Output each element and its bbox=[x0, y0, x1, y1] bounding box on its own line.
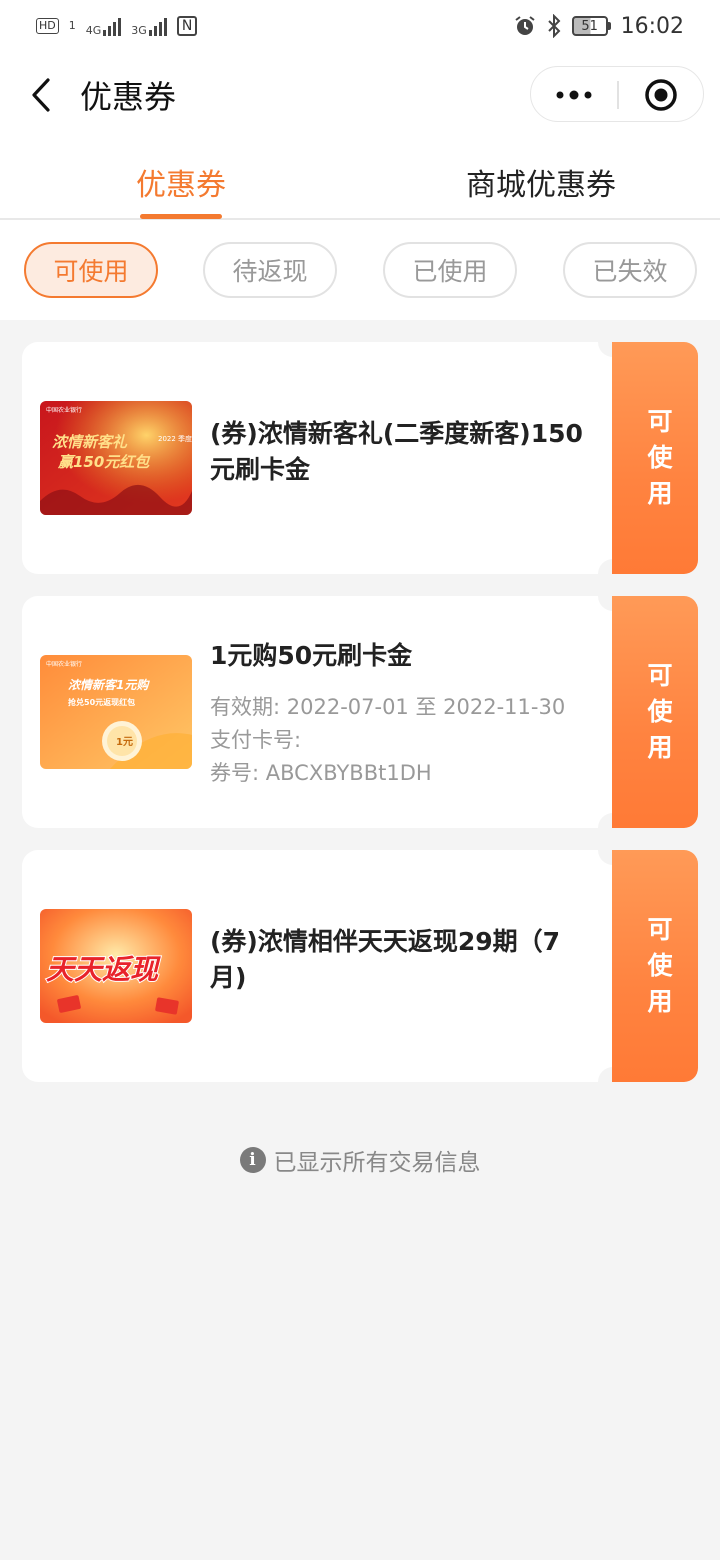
coupon-title: 1元购50元刷卡金 bbox=[210, 641, 413, 670]
svg-text:赢150元红包: 赢150元红包 bbox=[57, 453, 151, 471]
alarm-icon bbox=[514, 16, 535, 35]
coupon-thumbnail-graphic: 中国农业银行 浓情新客礼 赢150元红包 2022 季度 bbox=[40, 401, 192, 515]
svg-text:浓情新客1元购: 浓情新客1元购 bbox=[68, 678, 150, 692]
coupon-card[interactable]: 中国农业银行 浓情新客礼 赢150元红包 2022 季度 (券)浓情新客礼(二季… bbox=[22, 327, 698, 589]
use-coupon-button[interactable]: 可使用 bbox=[612, 596, 698, 828]
svg-text:浓情新客礼: 浓情新客礼 bbox=[52, 433, 128, 451]
coupon-card[interactable]: 天天返现 (券)浓情相伴天天返现29期（7月) 可使用 bbox=[22, 835, 698, 1097]
coupon-title: (券)浓情新客礼(二季度新客)150元刷卡金 bbox=[210, 419, 583, 484]
filter-available[interactable]: 可使用 bbox=[24, 242, 158, 298]
svg-text:中国农业银行: 中国农业银行 bbox=[46, 406, 82, 414]
more-options-button[interactable] bbox=[531, 67, 617, 123]
battery-level: 51 bbox=[571, 16, 608, 36]
filter-pending-cashback[interactable]: 待返现 bbox=[203, 242, 337, 298]
info-icon: i bbox=[239, 1147, 266, 1173]
filter-expired[interactable]: 已失效 bbox=[563, 242, 697, 298]
svg-text:1元: 1元 bbox=[116, 736, 133, 748]
svg-text:中国农业银行: 中国农业银行 bbox=[46, 660, 82, 668]
filter-bar: 可使用 待返现 已使用 已失效 bbox=[0, 220, 720, 320]
hd-badge: HD bbox=[36, 18, 59, 34]
status-right-indicators: 51 16:02 bbox=[514, 14, 684, 39]
coupon-thumbnail: 中国农业银行 浓情新客1元购 抢兑50元返现红包 1元 bbox=[40, 655, 192, 769]
close-mini-program-button[interactable] bbox=[619, 67, 703, 123]
svg-text:天天返现: 天天返现 bbox=[46, 953, 161, 986]
active-tab-indicator bbox=[140, 214, 222, 219]
coupon-code: 券号: ABCXBYBBt1DH bbox=[210, 761, 432, 785]
filter-used[interactable]: 已使用 bbox=[383, 242, 517, 298]
coupon-card-number: 支付卡号: bbox=[210, 728, 302, 752]
coupon-thumbnail: 天天返现 bbox=[40, 909, 192, 1023]
back-arrow-icon[interactable] bbox=[26, 76, 54, 114]
sim-slot-label: 1 bbox=[68, 19, 76, 32]
end-of-list-notice: i 已显示所有交易信息 bbox=[0, 1140, 720, 1180]
nfc-icon: N bbox=[176, 16, 198, 36]
use-coupon-label: 可使用 bbox=[647, 407, 673, 508]
mini-program-capsule bbox=[530, 66, 704, 122]
coupon-body: 天天返现 (券)浓情相伴天天返现29期（7月) bbox=[22, 850, 612, 1082]
target-icon bbox=[645, 79, 677, 111]
main-tabs: 优惠券 商城优惠券 bbox=[0, 138, 720, 220]
nav-bar: 优惠券 bbox=[0, 52, 720, 138]
more-dots-icon bbox=[556, 90, 592, 100]
status-bar: HD 1 4G 3G N 51 16:02 bbox=[0, 0, 720, 52]
clock-time: 16:02 bbox=[620, 13, 684, 39]
end-of-list-text: 已显示所有交易信息 bbox=[273, 1150, 481, 1176]
coupon-thumbnail-graphic: 中国农业银行 浓情新客1元购 抢兑50元返现红包 1元 bbox=[40, 655, 192, 769]
use-coupon-label: 可使用 bbox=[647, 661, 673, 762]
battery-icon: 51 bbox=[571, 16, 611, 36]
coupon-validity: 有效期: 2022-07-01 至 2022-11-30 bbox=[210, 695, 566, 719]
coupon-body: 中国农业银行 浓情新客1元购 抢兑50元返现红包 1元 1元购50元刷卡金 有效… bbox=[22, 596, 612, 828]
coupon-thumbnail-graphic: 天天返现 bbox=[40, 909, 192, 1023]
signal-3g-icon: 3G bbox=[131, 16, 167, 36]
page-title: 优惠券 bbox=[80, 78, 177, 116]
tab-coupons[interactable]: 优惠券 bbox=[136, 160, 226, 204]
coupon-card[interactable]: 中国农业银行 浓情新客1元购 抢兑50元返现红包 1元 1元购50元刷卡金 有效… bbox=[22, 581, 698, 843]
coupon-thumbnail: 中国农业银行 浓情新客礼 赢150元红包 2022 季度 bbox=[40, 401, 192, 515]
status-left-indicators: HD 1 4G 3G N bbox=[36, 16, 198, 36]
bluetooth-icon bbox=[547, 14, 561, 38]
use-coupon-label: 可使用 bbox=[647, 915, 673, 1016]
coupon-title: (券)浓情相伴天天返现29期（7月) bbox=[210, 927, 561, 992]
use-coupon-button[interactable]: 可使用 bbox=[612, 342, 698, 574]
use-coupon-button[interactable]: 可使用 bbox=[612, 850, 698, 1082]
svg-text:2022 季度: 2022 季度 bbox=[158, 434, 192, 443]
coupon-body: 中国农业银行 浓情新客礼 赢150元红包 2022 季度 (券)浓情新客礼(二季… bbox=[22, 342, 612, 574]
svg-text:抢兑50元返现红包: 抢兑50元返现红包 bbox=[68, 697, 135, 707]
tab-mall-coupons[interactable]: 商城优惠券 bbox=[466, 160, 616, 204]
signal-4g-icon: 4G bbox=[86, 16, 122, 36]
